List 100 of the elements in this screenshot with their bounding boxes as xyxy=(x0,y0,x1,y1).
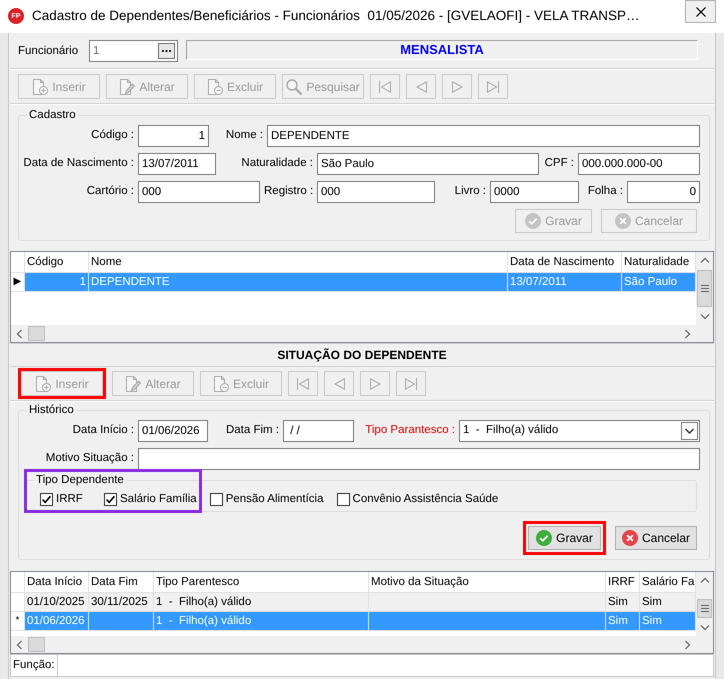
horizontal-scrollbar[interactable] xyxy=(11,636,696,653)
field-label: Livro : xyxy=(454,185,486,199)
category-banner: MENSALISTA xyxy=(186,40,698,60)
x-circle-icon xyxy=(614,213,631,229)
scroll-thumb[interactable] xyxy=(28,637,45,652)
grip-icon xyxy=(700,605,708,612)
field-label: Tipo Parantesco : xyxy=(364,424,455,438)
column-header[interactable]: Naturalidade xyxy=(622,252,696,273)
field-label: Naturalidade : xyxy=(240,157,313,171)
text-field[interactable] xyxy=(138,448,700,470)
text-field[interactable]: 0 xyxy=(627,181,700,203)
checkbox[interactable] xyxy=(104,493,117,506)
row-indicator: * xyxy=(11,612,25,631)
last-icon xyxy=(405,378,417,390)
table-cell: 01/06/2026 xyxy=(25,612,89,631)
checkbox-label[interactable]: Pensão Alimentícia xyxy=(226,493,324,507)
previous-icon xyxy=(334,378,344,390)
previous-icon xyxy=(416,80,426,92)
grip-icon xyxy=(700,285,708,292)
group-title: Tipo Dependente xyxy=(34,473,126,487)
checkbox-label[interactable]: Salário Família xyxy=(120,493,197,507)
field-label: Data Início : xyxy=(72,424,134,438)
chevron-down-icon xyxy=(700,313,710,320)
checkbox[interactable] xyxy=(40,493,53,506)
first-icon xyxy=(297,378,309,390)
chevron-left-icon xyxy=(16,328,23,338)
field-label: Nome : xyxy=(224,129,263,143)
table-row[interactable]: * 01/06/2026 1 - Filho(a) válido Sim Sim xyxy=(11,612,696,631)
column-header[interactable]: Código xyxy=(25,252,89,273)
text-field[interactable]: 13/07/2011 xyxy=(138,153,216,175)
column-header[interactable]: IRRF xyxy=(606,572,640,593)
vertical-scrollbar[interactable] xyxy=(696,572,713,636)
cancel-button[interactable]: Cancelar xyxy=(615,526,697,550)
text-field[interactable]: 000.000.000-00 xyxy=(578,153,700,175)
search-icon xyxy=(286,78,302,94)
table-row[interactable]: 01/10/2025 30/11/2025 1 - Filho(a) válido Sim Sim xyxy=(11,593,696,612)
column-header[interactable]: Data Início xyxy=(25,572,89,593)
column-header[interactable]: Salário Fa xyxy=(640,572,696,593)
text-field[interactable]: 1 xyxy=(138,125,209,147)
table-cell: 13/07/2011 xyxy=(508,273,622,292)
next-icon xyxy=(370,378,380,390)
horizontal-scrollbar[interactable] xyxy=(11,325,696,342)
close-button[interactable] xyxy=(685,0,716,23)
scroll-thumb[interactable] xyxy=(28,326,45,341)
field-label: Funcionário xyxy=(18,44,80,59)
text-field[interactable]: 000 xyxy=(138,181,260,203)
document-pencil-icon xyxy=(119,78,136,94)
chevron-up-icon xyxy=(700,257,710,264)
table-cell: DEPENDENTE xyxy=(89,273,508,292)
chevron-up-icon xyxy=(700,577,710,584)
vertical-scrollbar[interactable] xyxy=(696,252,713,325)
chevron-left-icon xyxy=(16,640,23,650)
column-header[interactable]: Nome xyxy=(89,252,508,273)
column-header[interactable]: Data Fim xyxy=(89,572,154,593)
document-pencil-icon xyxy=(125,376,142,392)
column-header[interactable]: Data de Nascimento xyxy=(508,252,622,273)
field-label: Data de Nascimento : xyxy=(22,157,134,171)
checkbox-label[interactable]: IRRF xyxy=(56,493,83,507)
text-field[interactable]: São Paulo xyxy=(317,153,539,175)
text-field[interactable]: 0000 xyxy=(490,181,579,203)
row-indicator: ▶ xyxy=(11,273,25,292)
table-row[interactable]: ▶ 1 DEPENDENTE 13/07/2011 São Paulo xyxy=(11,273,696,292)
save-button[interactable]: Gravar xyxy=(528,526,601,550)
chevron-down-icon xyxy=(700,624,710,631)
text-field[interactable]: 01/06/2026 xyxy=(138,420,208,442)
first-icon xyxy=(379,80,391,92)
checkbox[interactable] xyxy=(336,493,350,506)
field-label: CPF : xyxy=(544,157,574,171)
field-label: Data Fim : xyxy=(224,424,279,438)
check-circle-icon xyxy=(536,530,552,546)
text-field[interactable]: 000 xyxy=(317,181,435,203)
field-label: Motivo Situação : xyxy=(44,452,134,466)
document-plus-icon xyxy=(35,376,52,392)
lookup-button[interactable] xyxy=(158,43,175,59)
checkbox-label[interactable]: Convênio Assistência Saúde xyxy=(352,493,498,507)
text-field[interactable]: DEPENDENTE xyxy=(267,125,700,147)
dropdown[interactable]: 1 - Filho(a) válido xyxy=(459,420,700,442)
column-header[interactable]: Tipo Parentesco xyxy=(154,572,369,593)
field-label: Cartório : xyxy=(86,185,134,199)
document-plus-icon xyxy=(32,78,48,94)
field-label: Código : xyxy=(90,129,134,143)
close-icon xyxy=(696,6,706,16)
last-icon xyxy=(487,80,499,92)
document-minus-icon xyxy=(212,376,229,392)
text-field[interactable]: / / xyxy=(283,420,354,442)
table-cell: 1 xyxy=(25,273,89,292)
chevron-down-icon xyxy=(681,422,698,440)
scroll-thumb[interactable] xyxy=(697,270,712,307)
chevron-right-icon xyxy=(684,640,691,650)
scroll-thumb[interactable] xyxy=(697,599,712,618)
x-circle-icon xyxy=(622,530,638,546)
field-label: Registro : xyxy=(264,185,313,199)
window-title: Cadastro de Dependentes/Beneficiários - Funcionários 01/05/2026 - [GVELAOFI] - VELA TRANSP… xyxy=(32,7,641,25)
table-cell: Sim xyxy=(606,612,640,631)
checkbox[interactable] xyxy=(210,493,223,506)
table-cell: 1 - Filho(a) válido xyxy=(154,612,369,631)
column-header[interactable]: Motivo da Situação xyxy=(369,572,606,593)
field-label: Folha : xyxy=(586,185,623,199)
chevron-right-icon xyxy=(684,328,691,338)
check-circle-icon xyxy=(525,213,542,229)
